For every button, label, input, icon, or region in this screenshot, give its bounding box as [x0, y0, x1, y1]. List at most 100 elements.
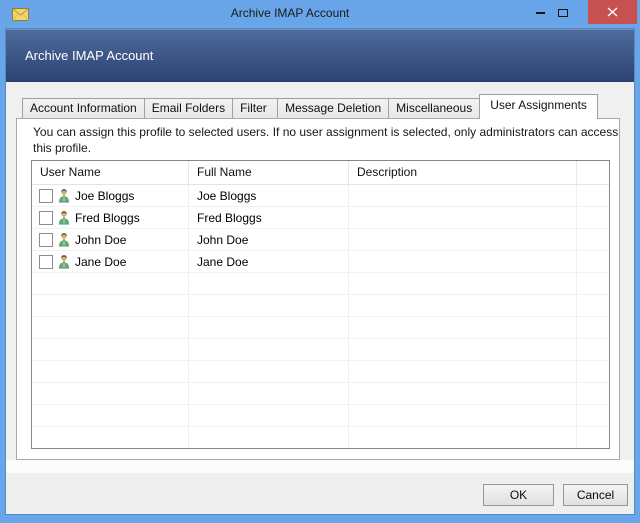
header-title: Archive IMAP Account — [25, 29, 153, 82]
empty-cell — [32, 427, 189, 448]
envelope-icon — [12, 8, 29, 21]
empty-cell — [189, 317, 349, 338]
person-icon — [57, 188, 71, 203]
user-name-cell: Fred Bloggs — [32, 207, 189, 228]
user-row[interactable]: Joe Bloggs Joe Bloggs — [32, 185, 609, 207]
description-cell — [349, 185, 577, 206]
user-name-text: Joe Bloggs — [75, 189, 134, 203]
description-cell — [349, 207, 577, 228]
empty-row — [32, 339, 609, 361]
empty-cell — [189, 273, 349, 294]
minimize-button[interactable] — [529, 4, 551, 22]
close-button[interactable] — [588, 0, 637, 24]
spacer-cell — [577, 405, 609, 426]
column-header-user-name[interactable]: User Name — [32, 161, 189, 184]
full-name-cell: Jane Doe — [189, 251, 349, 272]
empty-cell — [32, 317, 189, 338]
empty-row — [32, 405, 609, 427]
empty-cell — [189, 383, 349, 404]
titlebar[interactable]: Archive IMAP Account — [0, 0, 640, 29]
empty-cell — [189, 339, 349, 360]
tab-email-folders[interactable]: Email Folders — [144, 98, 233, 118]
spacer-cell — [577, 427, 609, 448]
spacer-cell — [577, 361, 609, 382]
empty-row — [32, 383, 609, 405]
footer: OK Cancel — [6, 473, 634, 514]
maximize-icon — [558, 9, 568, 17]
user-checkbox[interactable] — [39, 233, 53, 247]
spacer-cell — [577, 251, 609, 272]
users-table: User Name Full Name Description Joe Blog… — [31, 160, 610, 449]
window-title: Archive IMAP Account — [60, 0, 520, 29]
user-checkbox[interactable] — [39, 211, 53, 225]
empty-cell — [32, 361, 189, 382]
spacer-cell — [577, 273, 609, 294]
user-name-cell: Jane Doe — [32, 251, 189, 272]
description-cell — [349, 251, 577, 272]
empty-cell — [349, 317, 577, 338]
full-name-cell: Joe Bloggs — [189, 185, 349, 206]
empty-row — [32, 361, 609, 383]
empty-cell — [189, 427, 349, 448]
full-name-cell: John Doe — [189, 229, 349, 250]
empty-cell — [32, 339, 189, 360]
person-icon — [57, 232, 71, 247]
user-row[interactable]: John DoeJohn Doe — [32, 229, 609, 251]
description-cell — [349, 229, 577, 250]
spacer-cell — [577, 317, 609, 338]
ok-button[interactable]: OK — [483, 484, 554, 506]
empty-cell — [189, 295, 349, 316]
user-row[interactable]: Jane Doe Jane Doe — [32, 251, 609, 273]
empty-cell — [32, 405, 189, 426]
spacer-cell — [577, 207, 609, 228]
footer-gap — [6, 460, 634, 473]
dialog-client-area: Archive IMAP Account Account Information… — [6, 29, 634, 514]
empty-cell — [349, 383, 577, 404]
cancel-button[interactable]: Cancel — [563, 484, 628, 506]
empty-cell — [189, 361, 349, 382]
empty-row — [32, 317, 609, 339]
tab-strip: Account InformationEmail FoldersFilter M… — [22, 94, 598, 119]
spacer-cell — [577, 383, 609, 404]
column-header-description[interactable]: Description — [349, 161, 577, 184]
full-name-cell: Fred Bloggs — [189, 207, 349, 228]
person-icon — [57, 254, 71, 269]
user-name-cell: John Doe — [32, 229, 189, 250]
empty-cell — [189, 405, 349, 426]
user-name-cell: Joe Bloggs — [32, 185, 189, 206]
user-checkbox[interactable] — [39, 255, 53, 269]
empty-cell — [349, 295, 577, 316]
empty-cell — [32, 383, 189, 404]
user-name-text: Jane Doe — [75, 255, 126, 269]
user-row[interactable]: Fred Bloggs Fred Bloggs — [32, 207, 609, 229]
tab-message-deletion[interactable]: Message Deletion — [277, 98, 389, 118]
column-header-full-name[interactable]: Full Name — [189, 161, 349, 184]
user-name-text: Fred Bloggs — [75, 211, 140, 225]
user-checkbox[interactable] — [39, 189, 53, 203]
person-icon — [57, 210, 71, 225]
empty-cell — [349, 339, 577, 360]
table-header: User Name Full Name Description — [32, 161, 609, 185]
header-banner: Archive IMAP Account — [6, 29, 634, 82]
spacer-cell — [577, 295, 609, 316]
description-text: You can assign this profile to selected … — [33, 124, 619, 156]
tab-miscellaneous[interactable]: Miscellaneous — [388, 98, 480, 118]
empty-cell — [32, 273, 189, 294]
column-header-blank — [577, 161, 609, 184]
tab-user-assignments[interactable]: User Assignments — [479, 94, 598, 119]
empty-cell — [349, 273, 577, 294]
close-icon — [607, 7, 618, 17]
empty-row — [32, 273, 609, 295]
maximize-button[interactable] — [552, 4, 574, 22]
spacer-cell — [577, 229, 609, 250]
dialog-window: Archive IMAP Account Archive IMAP Accoun… — [0, 0, 640, 523]
minimize-icon — [536, 12, 545, 14]
empty-cell — [349, 427, 577, 448]
empty-cell — [349, 361, 577, 382]
spacer-cell — [577, 339, 609, 360]
tab-filter[interactable]: Filter — [232, 98, 278, 118]
spacer-cell — [577, 185, 609, 206]
table-body: Joe BloggsJoe Bloggs Fred BloggsFred Blo… — [32, 185, 609, 448]
tab-account-information[interactable]: Account Information — [22, 98, 145, 118]
empty-row — [32, 427, 609, 448]
